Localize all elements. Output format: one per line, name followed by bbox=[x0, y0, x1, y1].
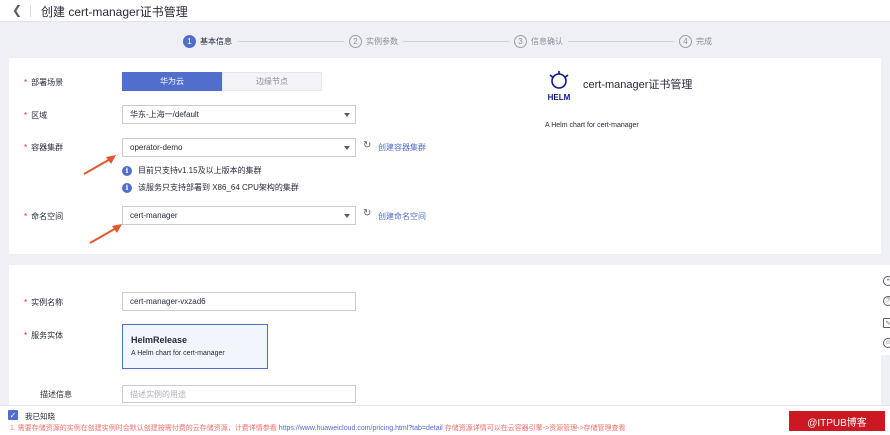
step-number: 2 bbox=[349, 34, 362, 48]
chart-title: cert-manager证书管理 bbox=[583, 79, 693, 91]
chat-icon[interactable]: • bbox=[883, 276, 890, 286]
agree-label: 我已知晓 bbox=[25, 412, 55, 421]
instance-name-input[interactable]: cert-manager-vxzad6 bbox=[122, 292, 356, 311]
create-namespace-link[interactable]: 创建命名空间 bbox=[378, 211, 426, 222]
step-instance-params: 2 实例参数 bbox=[349, 33, 398, 49]
annotation-arrow-icon bbox=[83, 155, 116, 175]
annotation-arrow-icon bbox=[89, 224, 122, 244]
step-done: 4 完成 bbox=[679, 33, 712, 49]
step-number: 4 bbox=[679, 34, 692, 48]
step-number: 3 bbox=[514, 34, 527, 48]
region-label: * 区域 bbox=[24, 111, 48, 120]
step-confirm: 3 信息确认 bbox=[514, 33, 563, 49]
agree-checkbox[interactable]: ✓ bbox=[8, 410, 18, 420]
helmrelease-card[interactable]: HelmRelease A Helm chart for cert-manage… bbox=[122, 324, 268, 369]
wizard-steps: 1 基本信息 2 实例参数 3 信息确认 4 完成 bbox=[0, 33, 890, 51]
step-connector bbox=[238, 41, 344, 42]
caret-down-icon bbox=[344, 113, 350, 117]
notice-suffix: 存储资源详情可以在云容器引擎->资源管理->存储管理查看 bbox=[442, 425, 626, 432]
page-title: 创建 cert-manager证书管理 bbox=[41, 5, 188, 19]
step-label: 基本信息 bbox=[200, 36, 232, 46]
refresh-cluster-icon[interactable]: ↻ bbox=[363, 140, 371, 151]
cluster-note-arch: i 该服务只支持部署到 X86_64 CPU架构的集群 bbox=[122, 182, 299, 193]
watermark: @ITPUB博客 bbox=[789, 411, 885, 431]
step-label: 信息确认 bbox=[531, 36, 563, 46]
caret-down-icon bbox=[344, 146, 350, 150]
namespace-select[interactable]: cert-manager bbox=[122, 206, 356, 225]
namespace-value: cert-manager bbox=[130, 211, 178, 220]
top-bar: ❮ 创建 cert-manager证书管理 bbox=[0, 0, 890, 22]
info-icon: i bbox=[122, 165, 132, 176]
cluster-label: * 容器集群 bbox=[24, 143, 64, 152]
storage-notice: 1. 需要存储资源的实例在创建实例时会默认创建按需付费的云存储资源，计费详情参看… bbox=[10, 423, 626, 433]
scene-option-huaweicloud[interactable]: 华为云 bbox=[122, 72, 222, 91]
scene-option-edge-node[interactable]: 边缘节点 bbox=[222, 72, 322, 91]
description-label: 描述信息 bbox=[40, 390, 72, 399]
cluster-note-version: i 目前只支持v1.15及以上版本的集群 bbox=[122, 165, 262, 176]
step-label: 实例参数 bbox=[366, 36, 398, 46]
header-divider bbox=[30, 5, 31, 17]
step-number: 1 bbox=[183, 34, 196, 48]
chart-description: A Helm chart for cert-manager bbox=[545, 122, 639, 129]
description-input[interactable]: 描述实例的用途 bbox=[122, 385, 356, 403]
region-select[interactable]: 华东-上海一/default bbox=[122, 105, 356, 124]
back-chevron-icon[interactable]: ❮ bbox=[12, 3, 22, 17]
instance-name-label: * 实例名称 bbox=[24, 298, 64, 307]
create-cluster-link[interactable]: 创建容器集群 bbox=[378, 142, 426, 153]
edit-icon[interactable]: ✎ bbox=[883, 318, 890, 328]
service-card-title: HelmRelease bbox=[131, 335, 188, 345]
cluster-value: operator-demo bbox=[130, 143, 183, 152]
refresh-namespace-icon[interactable]: ↻ bbox=[363, 208, 371, 219]
helm-logo-text: HELM bbox=[548, 93, 571, 102]
smile-icon[interactable]: ☺ bbox=[883, 338, 890, 348]
scene-toggle: 华为云 边缘节点 bbox=[122, 72, 322, 91]
notice-prefix: 1. 需要存储资源的实例在创建实例时会默认创建按需付费的云存储资源，计费详情参看 bbox=[10, 425, 279, 432]
step-connector bbox=[403, 41, 509, 42]
pricing-link[interactable]: https://www.huaweicloud.com/pricing.html… bbox=[279, 425, 443, 432]
help-icon[interactable]: ? bbox=[883, 296, 890, 306]
service-entity-label: * 服务实体 bbox=[24, 331, 64, 340]
service-card-desc: A Helm chart for cert-manager bbox=[131, 350, 225, 357]
scene-label: * 部署场景 bbox=[24, 78, 64, 87]
helm-logo-icon: HELM bbox=[548, 71, 571, 102]
namespace-label: * 命名空间 bbox=[24, 212, 64, 221]
step-connector bbox=[568, 41, 674, 42]
note-text: 该服务只支持部署到 X86_64 CPU架构的集群 bbox=[138, 183, 299, 192]
step-basic-info: 1 基本信息 bbox=[183, 33, 232, 49]
cluster-select[interactable]: operator-demo bbox=[122, 138, 356, 157]
note-text: 目前只支持v1.15及以上版本的集群 bbox=[138, 166, 262, 175]
step-label: 完成 bbox=[696, 36, 712, 46]
caret-down-icon bbox=[344, 214, 350, 218]
region-value: 华东-上海一/default bbox=[130, 110, 199, 119]
info-icon: i bbox=[122, 182, 132, 193]
